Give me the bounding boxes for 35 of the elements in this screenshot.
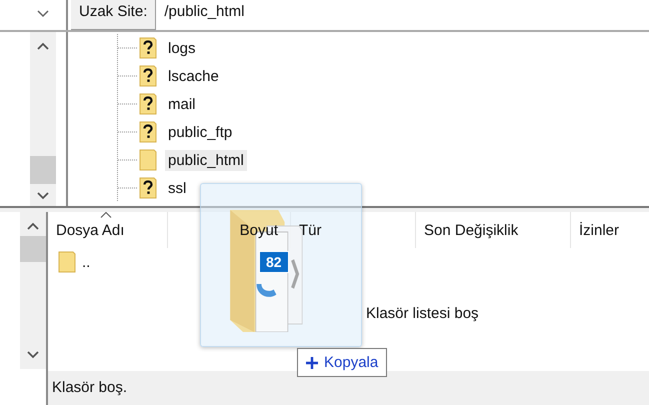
remote-path-field[interactable]: /public_html bbox=[156, 0, 252, 30]
folder-name[interactable]: logs bbox=[165, 38, 199, 58]
scroll-up-icon[interactable] bbox=[37, 42, 49, 50]
column-header[interactable]: Son Değişiklik bbox=[424, 222, 518, 239]
folder-name[interactable]: lscache bbox=[165, 66, 222, 86]
tree-connector-line bbox=[117, 146, 137, 174]
folder-name[interactable]: public_html bbox=[165, 150, 247, 170]
scrollbar[interactable] bbox=[30, 32, 56, 206]
scrollbar-thumb[interactable] bbox=[20, 236, 46, 262]
tree-connector-line bbox=[117, 118, 137, 146]
status-bar: Klasör boş. bbox=[48, 371, 649, 405]
copy-action-label: Kopyala bbox=[324, 354, 378, 371]
file-name[interactable]: .. bbox=[82, 254, 90, 270]
chevron-down-icon[interactable] bbox=[37, 10, 49, 18]
item-count-badge: 82 bbox=[259, 251, 289, 273]
scroll-down-icon[interactable] bbox=[27, 351, 39, 359]
tree-connector-line bbox=[117, 62, 137, 90]
column-header[interactable]: Tür bbox=[299, 222, 322, 239]
scroll-up-icon[interactable] bbox=[27, 222, 39, 230]
tree-connector-line bbox=[117, 90, 137, 118]
scrollbar[interactable] bbox=[20, 212, 46, 369]
tree-connector-line bbox=[117, 34, 137, 62]
column-header[interactable]: Boyut bbox=[240, 222, 278, 239]
tree-connector-line bbox=[117, 174, 137, 202]
empty-message: Klasör listesi boş bbox=[366, 305, 479, 322]
folder-name[interactable]: public_ftp bbox=[165, 122, 236, 142]
folder-name[interactable]: ssl bbox=[165, 178, 190, 198]
scroll-down-icon[interactable] bbox=[37, 192, 49, 200]
folder-name[interactable]: mail bbox=[165, 94, 199, 114]
remote-site-label: Uzak Site: bbox=[71, 0, 156, 30]
plus-icon bbox=[306, 356, 318, 368]
folder-icon bbox=[58, 251, 76, 273]
column-header[interactable]: Dosya Adı bbox=[56, 222, 124, 239]
scrollbar-thumb[interactable] bbox=[30, 156, 56, 184]
column-header[interactable]: İzinler bbox=[579, 222, 620, 239]
